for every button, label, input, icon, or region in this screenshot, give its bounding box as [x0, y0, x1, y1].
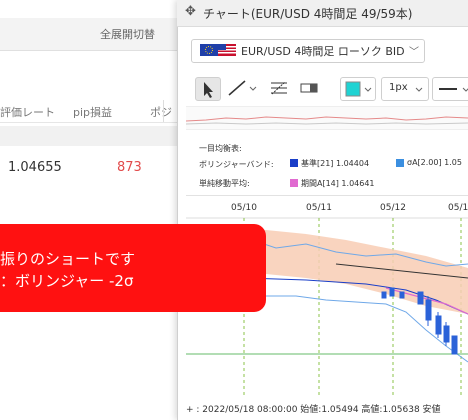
- sma-label: 単純移動平均:: [199, 179, 250, 188]
- trendline-tool-button[interactable]: [226, 77, 260, 99]
- date-label-2: 05/12: [380, 203, 406, 213]
- row-rate-value: 1.04655: [8, 160, 62, 175]
- chevron-down-icon: ﹀: [409, 47, 419, 58]
- sub-indicator-strip: [186, 106, 468, 130]
- bb-base-value: 基準[21] 1.04404: [301, 159, 370, 168]
- expand-all-toggle[interactable]: 全展開切替: [100, 26, 155, 42]
- move-icon[interactable]: ✥: [185, 5, 199, 19]
- ohlc-status-bar: + : 2022/05/18 08:00:00 始値:1.05494 高値:1.…: [186, 405, 441, 415]
- column-divider: [163, 100, 164, 122]
- eu-us-flag-icon: [200, 44, 236, 56]
- color-picker-button[interactable]: [340, 77, 376, 101]
- sma-swatch: [290, 179, 298, 187]
- column-position: ポジ: [150, 106, 172, 119]
- annotation-line-2: ：ボリンジャー -2σ: [0, 272, 134, 290]
- line-style-select[interactable]: [432, 77, 468, 101]
- fibonacci-tool-button[interactable]: [268, 77, 290, 99]
- sma-value: 期間A[14] 1.04641: [301, 179, 375, 188]
- position-panel: [0, 0, 178, 420]
- bb-sigma-value: σA[2.00] 1.05: [407, 158, 462, 167]
- date-label-3: 05/1: [448, 203, 468, 213]
- bb-base-swatch: [290, 159, 298, 167]
- symbol-label: EUR/USD 4時間足 ローソク BID: [241, 45, 405, 58]
- column-rate: 評価レート: [0, 106, 55, 119]
- line-width-value: 1px: [389, 82, 408, 93]
- date-label-0: 05/10: [231, 203, 257, 213]
- bollinger-label: ボリンジャーバンド:: [199, 160, 274, 169]
- column-pips: pip損益: [73, 106, 113, 119]
- bb-sigma-swatch: [396, 159, 404, 167]
- chart-title: チャート(EUR/USD 4時間足 49/59本): [203, 7, 413, 21]
- row-pips-value: 873: [117, 160, 142, 175]
- group-row: [0, 126, 178, 146]
- eraser-tool-button[interactable]: [298, 77, 320, 99]
- ichimoku-label: 一目均衡表:: [199, 144, 242, 153]
- annotation-line-1: 振りのショートです: [0, 250, 136, 268]
- cursor-tool-button[interactable]: [195, 77, 221, 101]
- date-label-1: 05/11: [306, 203, 332, 213]
